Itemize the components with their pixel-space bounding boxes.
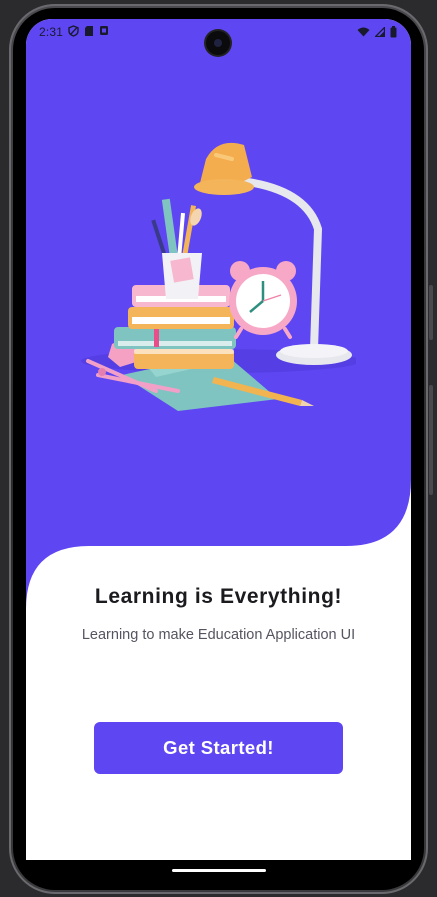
onboarding-title: Learning is Everything! — [94, 585, 343, 608]
onboarding-subtitle: Learning to make Education Application U… — [81, 627, 356, 643]
status-time: 2:31 — [39, 25, 64, 39]
front-camera — [206, 31, 230, 55]
pencil-cup-icon — [151, 198, 202, 299]
power-button — [429, 285, 433, 340]
study-desk-illustration — [81, 142, 356, 411]
shield-icon — [68, 25, 79, 37]
signal-icon — [375, 27, 385, 37]
sd-card-icon — [85, 26, 93, 36]
volume-button — [429, 385, 433, 495]
app-screen: 2:31 Learning is Everything! Learning to… — [26, 19, 411, 860]
app-notification-icon — [100, 26, 108, 35]
wifi-icon — [357, 27, 370, 37]
battery-icon — [390, 26, 397, 38]
alarm-clock-icon — [229, 261, 297, 339]
home-indicator[interactable] — [172, 869, 266, 872]
get-started-button[interactable]: Get Started! — [94, 722, 343, 774]
